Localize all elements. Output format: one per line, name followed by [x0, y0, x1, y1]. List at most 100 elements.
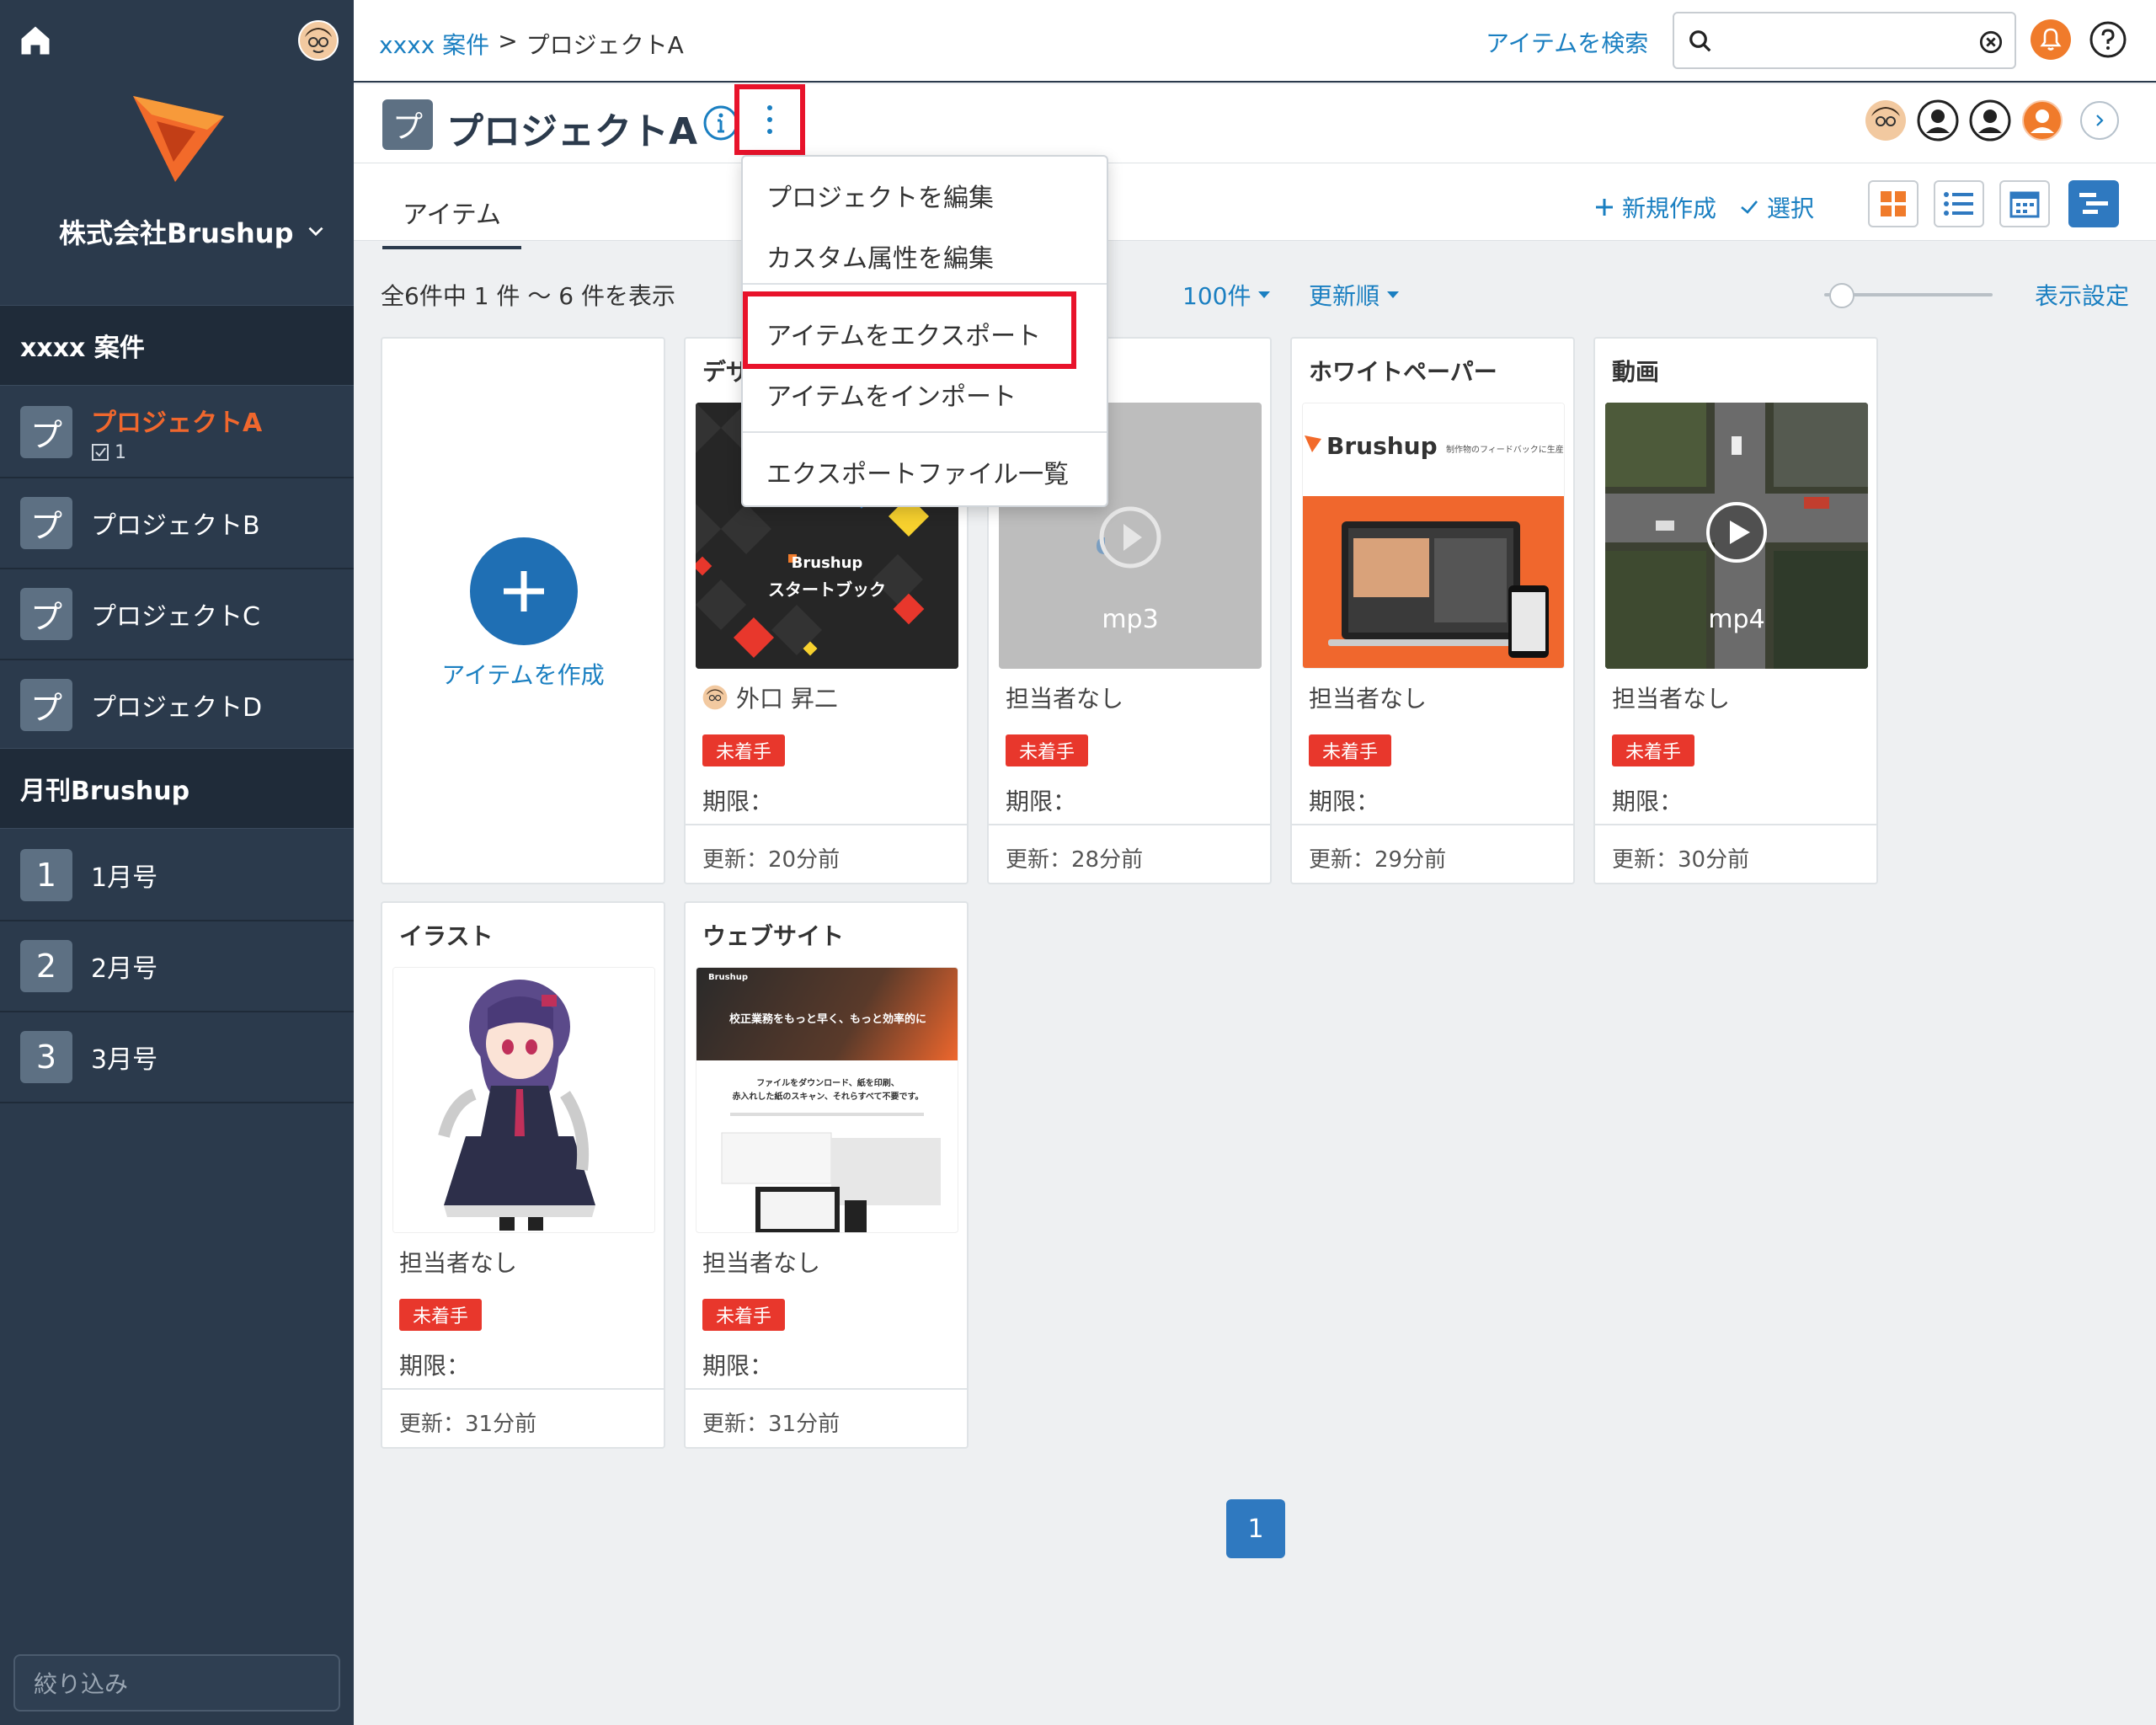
list-view-button[interactable] [1934, 180, 1984, 227]
brushup-mark-icon [1305, 435, 1321, 452]
page-button-current[interactable]: 1 [1226, 1499, 1285, 1558]
chevron-right-icon [2096, 115, 2104, 126]
plus-icon [504, 571, 544, 611]
clear-icon[interactable] [1979, 30, 2003, 54]
issue-number-icon: 3 [20, 1031, 72, 1083]
more-options-button[interactable] [734, 84, 805, 155]
company-switcher[interactable]: 株式会社Brushup [59, 212, 327, 251]
thumbnail-brand: Brushup [708, 973, 749, 982]
thumbnail-tagline: 制作物のフィードバックに生産 [1446, 446, 1564, 455]
help-icon[interactable] [2089, 20, 2127, 59]
updated-time: 更新：31分前 [686, 1388, 967, 1447]
breadcrumb-separator: > [498, 27, 518, 55]
members-next-button[interactable] [2080, 101, 2119, 140]
menu-item-export-file-list[interactable]: エクスポートファイル一覧 [766, 453, 1069, 490]
member-avatar[interactable] [1917, 99, 1959, 142]
thumbnail-size-slider[interactable] [1824, 283, 1993, 308]
sidebar-item-project-c[interactable]: プ プロジェクトC [0, 569, 354, 660]
menu-item-export-items[interactable]: アイテムをエクスポート [766, 315, 1041, 352]
status-badge: 未着手 [1309, 734, 1392, 766]
project-icon: プ [20, 679, 72, 731]
member-avatar[interactable] [1969, 99, 2011, 142]
tab-items[interactable]: アイテム [382, 194, 521, 249]
create-item-button[interactable] [470, 537, 578, 645]
sidebar-item-project-b[interactable]: プ プロジェクトB [0, 478, 354, 569]
tab-bar: アイテム 新規作成 選択 [354, 163, 2156, 249]
menu-item-edit-project[interactable]: プロジェクトを編集 [766, 177, 994, 214]
breadcrumb: xxxx 案件 > プロジェクトA [379, 27, 684, 61]
sidebar-section-monthly[interactable]: 月刊Brushup [0, 748, 354, 829]
due-date: 期限： [399, 1352, 471, 1380]
create-item-card[interactable]: アイテムを作成 [381, 337, 665, 884]
item-title: ホワイトペーパー [1309, 358, 1497, 386]
slider-knob[interactable] [1829, 283, 1854, 308]
item-card[interactable]: イラスト 担当者なし 未着手 期限： 更新：31分前 [381, 901, 665, 1449]
website-screenshots [721, 1113, 941, 1232]
assignee-name: 担当者なし [1006, 685, 1124, 713]
assignee: 担当者なし [399, 1245, 517, 1279]
breadcrumb-link[interactable]: xxxx 案件 [379, 27, 489, 61]
grid-view-button[interactable] [1868, 180, 1919, 227]
updated-time: 更新：30分前 [1595, 824, 1876, 883]
item-card[interactable]: 動画 mp4 担当者なし 未着手 期限： 更新：30分前 [1593, 337, 1878, 884]
sidebar-item-issue-1[interactable]: 1 1月号 [0, 830, 354, 921]
issue-number-icon: 2 [20, 940, 72, 992]
user-avatar[interactable] [298, 20, 339, 61]
new-item-button[interactable]: 新規作成 [1593, 190, 1716, 224]
item-card[interactable]: ウェブサイト Brushup 校正業務をもっと早く、もっと効率的に ファイルをダ… [684, 901, 969, 1449]
assignee: 担当者なし [1309, 681, 1427, 714]
select-label: 選択 [1767, 195, 1815, 222]
search-input[interactable] [1721, 22, 1966, 59]
sort-dropdown[interactable]: 更新順 [1309, 278, 1400, 312]
sidebar-item-label: 1月号 [91, 863, 158, 893]
thumbnail-brand: Brushup [791, 554, 863, 572]
due-date: 期限： [1612, 788, 1684, 815]
result-count: 全6件中 1 件 〜 6 件を表示 [381, 282, 675, 310]
assignee: 担当者なし [1612, 681, 1730, 714]
notification-bell-icon[interactable] [2030, 19, 2072, 61]
due-date: 期限： [702, 788, 774, 815]
item-card[interactable]: ホワイトペーパー Brushup 制作物のフィードバックに生産 担当者なし 未着… [1290, 337, 1575, 884]
item-thumbnail[interactable]: mp4 [1605, 403, 1868, 669]
item-thumbnail[interactable] [392, 967, 655, 1233]
thumbnail-subtext: 赤入れした紙のスキャン、それらすべて不要です。 [732, 1092, 924, 1102]
sidebar-item-project-d[interactable]: プ プロジェクトD [0, 660, 354, 751]
sidebar-item-issue-2[interactable]: 2 2月号 [0, 921, 354, 1012]
item-thumbnail[interactable]: Brushup 校正業務をもっと早く、もっと効率的に ファイルをダウンロード、紙… [696, 967, 958, 1233]
gantt-icon [2079, 193, 2108, 214]
breadcrumb-current: プロジェクトA [526, 31, 684, 59]
sidebar-section-xxxx[interactable]: xxxx 案件 [0, 305, 354, 386]
member-avatar[interactable] [1865, 99, 1907, 142]
sidebar-item-issue-3[interactable]: 3 3月号 [0, 1012, 354, 1103]
menu-item-import-items[interactable]: アイテムをインポート [766, 376, 1017, 413]
sidebar-item-project-a[interactable]: プ プロジェクトA 1 [0, 387, 354, 478]
item-thumbnail[interactable]: Brushup 制作物のフィードバックに生産 [1302, 403, 1565, 669]
member-avatar[interactable] [2021, 99, 2063, 142]
project-header: プ プロジェクトA [354, 84, 2156, 163]
vertical-dots-icon [767, 105, 772, 134]
select-button[interactable]: 選択 [1738, 190, 1814, 224]
assignee: 外口 昇二 [702, 681, 838, 714]
gantt-view-button[interactable] [2068, 180, 2119, 227]
search-box [1673, 12, 2016, 69]
project-options-menu: プロジェクトを編集 カスタム属性を編集 アイテムをエクスポート アイテムをインポ… [741, 155, 1108, 507]
thumbnail-text: スタートブック [768, 579, 886, 600]
create-item-label[interactable]: アイテムを作成 [382, 657, 664, 691]
new-item-label: 新規作成 [1622, 195, 1717, 222]
menu-divider [743, 431, 1107, 433]
menu-item-edit-custom-attributes[interactable]: カスタム属性を編集 [766, 238, 994, 275]
updated-time: 更新：31分前 [382, 1388, 664, 1447]
status-badge: 未着手 [702, 734, 786, 766]
assignee: 担当者なし [1006, 681, 1123, 714]
thumbnail-text: mp3 [1102, 605, 1159, 634]
home-icon[interactable] [17, 22, 54, 59]
sidebar-item-label: 2月号 [91, 954, 158, 984]
per-page-dropdown[interactable]: 100件 [1182, 278, 1271, 312]
search-label[interactable]: アイテムを検索 [1486, 25, 1648, 59]
page-title: プロジェクトA [446, 110, 698, 153]
video-play-icon [1706, 502, 1767, 563]
sidebar-filter-input[interactable]: 絞り込み [13, 1654, 340, 1712]
company-name: 株式会社Brushup [59, 217, 294, 249]
display-settings-link[interactable]: 表示設定 [2035, 278, 2129, 312]
calendar-view-button[interactable] [1999, 180, 2050, 227]
